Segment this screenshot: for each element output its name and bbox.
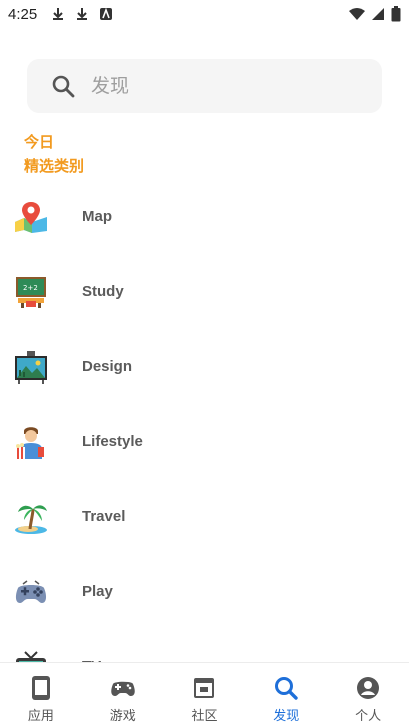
user-icon [357, 677, 380, 699]
nav-label: 个人 [355, 709, 382, 724]
download-icon [53, 8, 64, 20]
category-label: Play [82, 583, 113, 600]
wifi-icon [349, 8, 365, 20]
search-input[interactable] [91, 75, 351, 97]
category-item-study[interactable]: 2+2 Study [0, 254, 409, 329]
app-notification-icon [100, 7, 113, 20]
search-icon [275, 677, 298, 700]
gamepad-icon [15, 579, 47, 603]
category-item-travel[interactable]: Travel [0, 479, 409, 554]
bottom-navigation: 应用 游戏 社区 发现 个人 [0, 662, 409, 728]
palm-tree-icon [15, 504, 47, 534]
nav-item-games[interactable]: 游戏 [82, 663, 164, 728]
svg-text:2+2: 2+2 [23, 284, 38, 292]
status-icons-right [349, 6, 401, 22]
search-icon [52, 75, 75, 98]
phone-app-icon [31, 676, 50, 700]
map-pin-icon [15, 201, 47, 233]
gamepad-icon [110, 681, 135, 696]
nav-item-profile[interactable]: 个人 [327, 663, 409, 728]
category-item-lifestyle[interactable]: Lifestyle [0, 404, 409, 479]
category-label: Travel [82, 508, 126, 525]
today-heading: 今日 [24, 133, 55, 151]
category-list[interactable]: Map 2+2 Study Design Lifestyle Travel Pl… [0, 179, 409, 662]
category-item-play[interactable]: Play [0, 554, 409, 629]
category-label: Map [82, 208, 112, 225]
status-bar: 4:25 [0, 0, 409, 28]
nav-label: 游戏 [109, 709, 136, 724]
category-label: Design [82, 358, 133, 375]
category-item-map[interactable]: Map [0, 179, 409, 254]
nav-label: 发现 [273, 709, 300, 724]
battery-icon [391, 6, 401, 22]
person-popcorn-icon [16, 426, 44, 459]
featured-categories-heading: 精选类别 [24, 157, 85, 175]
tv-icon [16, 650, 46, 662]
download-icon [77, 8, 88, 20]
search-bar[interactable] [27, 59, 382, 113]
easel-icon [15, 350, 47, 384]
category-item-tv[interactable]: TV [0, 629, 409, 662]
status-icons-left [51, 7, 113, 21]
nav-item-apps[interactable]: 应用 [0, 663, 82, 728]
nav-label: 应用 [27, 709, 54, 724]
nav-label: 社区 [191, 709, 218, 724]
chalkboard-icon: 2+2 [16, 276, 46, 308]
community-icon [194, 678, 215, 698]
nav-item-discover[interactable]: 发现 [245, 663, 327, 728]
category-item-design[interactable]: Design [0, 329, 409, 404]
status-time: 4:25 [8, 5, 38, 23]
category-label: Study [82, 283, 124, 300]
category-label: Lifestyle [82, 433, 143, 450]
nav-item-community[interactable]: 社区 [164, 663, 246, 728]
cell-signal-icon [372, 8, 384, 20]
